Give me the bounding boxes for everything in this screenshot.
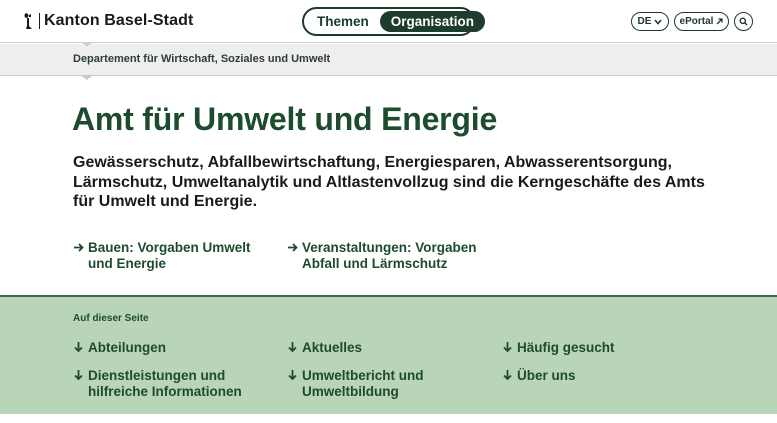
- external-link-arrow-icon: [716, 18, 724, 25]
- logo-separator: [39, 13, 40, 29]
- arrow-down-icon: [73, 369, 86, 385]
- eportal-label: ePortal: [679, 16, 714, 27]
- anchor-link-ueber-uns[interactable]: Über uns: [502, 368, 707, 385]
- arrow-down-icon: [502, 341, 515, 357]
- anchor-link-umweltbericht[interactable]: Umweltbericht und Umweltbildung: [287, 368, 452, 400]
- quick-link-label: Veranstaltungen: Vorgaben Abfall und Lär…: [302, 240, 477, 271]
- arrow-down-icon: [73, 341, 86, 357]
- breadcrumb-item-departement[interactable]: Departement für Wirtschaft, Soziales und…: [73, 53, 330, 65]
- anchor-link-label: Über uns: [517, 368, 576, 383]
- anchor-link-label: Häufig gesucht: [517, 340, 615, 355]
- tab-themen[interactable]: Themen: [306, 11, 380, 32]
- site-logo-link[interactable]: Kanton Basel-Stadt: [23, 11, 193, 31]
- page-title: Amt für Umwelt und Energie: [72, 101, 498, 137]
- eportal-button[interactable]: ePortal: [674, 12, 729, 31]
- quick-link-bauen[interactable]: Bauen: Vorgaben Umwelt und Energie: [73, 240, 273, 272]
- basel-staff-logo-icon: [23, 12, 35, 30]
- site-header: Kanton Basel-Stadt Themen Organisation D…: [0, 0, 777, 43]
- breadcrumb: Departement für Wirtschaft, Soziales und…: [0, 43, 777, 80]
- navigation-mode-switch: Themen Organisation: [302, 7, 486, 36]
- arrow-down-icon: [502, 369, 515, 385]
- quick-link-veranstaltungen[interactable]: Veranstaltungen: Vorgaben Abfall und Lär…: [287, 240, 487, 272]
- page-lead: Gewässerschutz, Abfallbewirtschaftung, E…: [73, 154, 705, 210]
- anchor-link-abteilungen[interactable]: Abteilungen: [73, 340, 278, 357]
- arrow-down-icon: [287, 341, 300, 357]
- breadcrumb-notch-bottom: [82, 76, 92, 80]
- anchor-link-label: Abteilungen: [88, 340, 166, 355]
- arrow-right-icon: [73, 241, 86, 257]
- tab-organisation[interactable]: Organisation: [379, 11, 486, 32]
- breadcrumb-notch-top: [82, 43, 92, 48]
- anchor-link-label: Dienstleistungen und hilfreiche Informat…: [88, 368, 242, 399]
- language-label: DE: [637, 16, 652, 27]
- arrow-down-icon: [287, 369, 300, 385]
- anchor-link-haeufig-gesucht[interactable]: Häufig gesucht: [502, 340, 707, 357]
- chevron-down-icon: [654, 18, 663, 25]
- anchor-link-aktuelles[interactable]: Aktuelles: [287, 340, 492, 357]
- on-this-page-section: Auf dieser Seite Abteilungen Aktuelles H…: [0, 295, 777, 414]
- anchor-link-dienstleistungen[interactable]: Dienstleistungen und hilfreiche Informat…: [73, 368, 278, 400]
- quick-links: Bauen: Vorgaben Umwelt und Energie Veran…: [73, 240, 713, 280]
- search-button[interactable]: [734, 12, 753, 31]
- quick-link-label: Bauen: Vorgaben Umwelt und Energie: [88, 240, 251, 271]
- on-this-page-title: Auf dieser Seite: [73, 313, 149, 324]
- arrow-right-icon: [287, 241, 300, 257]
- anchor-link-label: Aktuelles: [302, 340, 363, 355]
- site-name: Kanton Basel-Stadt: [44, 12, 194, 29]
- search-icon: [739, 17, 748, 26]
- anchor-link-label: Umweltbericht und Umweltbildung: [302, 368, 424, 399]
- language-selector[interactable]: DE: [631, 12, 669, 31]
